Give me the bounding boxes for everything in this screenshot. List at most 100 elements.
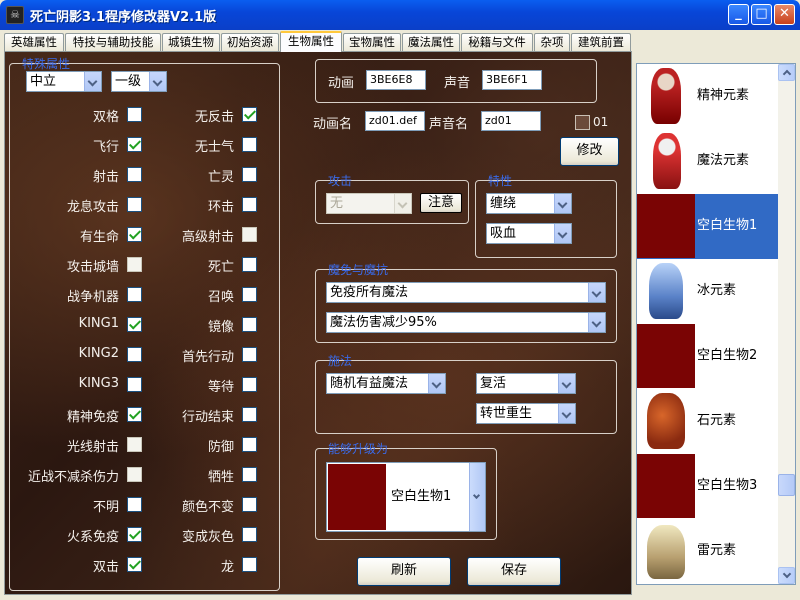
attribute-checkbox-right[interactable] xyxy=(242,227,257,242)
trait-select-1[interactable]: 缠绕 xyxy=(486,193,572,214)
list-item[interactable]: 空白生物3 xyxy=(637,454,778,519)
list-item[interactable]: 魔法元素 xyxy=(637,129,778,194)
list-item[interactable]: 冰元素 xyxy=(637,259,778,324)
chevron-down-icon[interactable] xyxy=(588,283,605,302)
attribute-checkbox-left[interactable] xyxy=(127,107,142,122)
note-button[interactable]: 注意 xyxy=(420,193,462,213)
tab-misc[interactable]: 杂项 xyxy=(534,33,570,51)
tab-skills[interactable]: 特技与辅助技能 xyxy=(65,33,161,51)
tab-magic-attributes[interactable]: 魔法属性 xyxy=(402,33,460,51)
minimize-button[interactable]: _ xyxy=(728,4,749,25)
tab-town-creatures[interactable]: 城镇生物 xyxy=(162,33,220,51)
spell-select-1[interactable]: 随机有益魔法 xyxy=(326,373,446,394)
attribute-label-left: 射击 xyxy=(92,170,119,185)
chevron-down-icon[interactable] xyxy=(558,374,575,393)
attribute-checkbox-left[interactable] xyxy=(127,407,142,422)
attribute-checkbox-right[interactable] xyxy=(242,407,257,422)
creature-list[interactable]: 精神元素 魔法元素 空白生物1 冰元素 空白生物2 石元素 空白生物3 雷元素 xyxy=(636,63,796,585)
attribute-checkbox-right[interactable] xyxy=(242,197,257,212)
sound-address-input[interactable]: 3BE6F1 xyxy=(482,70,542,90)
list-item[interactable]: 雷元素 xyxy=(637,519,778,584)
attribute-checkbox-left[interactable] xyxy=(127,527,142,542)
attribute-checkbox-left[interactable] xyxy=(127,347,142,362)
scroll-thumb[interactable] xyxy=(778,474,795,496)
magic-resistance-select[interactable]: 魔法伤害减少95% xyxy=(326,312,606,333)
scroll-down-icon[interactable] xyxy=(778,567,795,584)
tab-cheats-files[interactable]: 秘籍与文件 xyxy=(461,33,533,51)
attribute-checkbox-left[interactable] xyxy=(127,197,142,212)
list-item[interactable]: 空白生物2 xyxy=(637,324,778,389)
attribute-checkbox-right[interactable] xyxy=(242,527,257,542)
chevron-down-icon[interactable] xyxy=(149,72,166,91)
attribute-checkbox-right[interactable] xyxy=(242,377,257,392)
attribute-checkbox-right[interactable] xyxy=(242,107,257,122)
magic-elemental-icon xyxy=(653,133,681,189)
spell-select-2[interactable]: 复活 xyxy=(476,373,576,394)
tab-hero-attributes[interactable]: 英雄属性 xyxy=(4,33,64,51)
attribute-checkbox-right[interactable] xyxy=(242,257,257,272)
attribute-checkbox-left[interactable] xyxy=(127,317,142,332)
storm-elemental-icon xyxy=(647,525,685,579)
creature-list-scrollbar[interactable] xyxy=(778,64,795,584)
blank-creature-icon xyxy=(637,324,695,388)
attribute-checkbox-left[interactable] xyxy=(127,467,142,482)
attribute-checkbox-right[interactable] xyxy=(242,317,257,332)
attribute-checkbox-right[interactable] xyxy=(242,497,257,512)
attribute-checkbox-left[interactable] xyxy=(127,377,142,392)
trait-value-2: 吸血 xyxy=(490,226,517,241)
ice-elemental-icon xyxy=(637,259,695,323)
attribute-checkbox-right[interactable] xyxy=(242,167,257,182)
trait-select-2[interactable]: 吸血 xyxy=(486,223,572,244)
tab-creature-attributes[interactable]: 生物属性 xyxy=(280,31,342,52)
option-01-checkbox[interactable] xyxy=(575,115,590,130)
chevron-down-icon[interactable] xyxy=(84,72,101,91)
blank-creature-icon xyxy=(328,464,386,530)
attribute-checkbox-left[interactable] xyxy=(127,287,142,302)
tab-building-prereq[interactable]: 建筑前置 xyxy=(571,33,631,51)
alignment-select[interactable]: 中立 xyxy=(26,71,102,92)
refresh-button[interactable]: 刷新 xyxy=(357,557,451,586)
storm-elemental-icon xyxy=(637,519,695,583)
attribute-checkbox-right[interactable] xyxy=(242,347,257,362)
blank-creature-icon xyxy=(637,454,695,518)
animation-address-input[interactable]: 3BE6E8 xyxy=(366,70,426,90)
attribute-checkbox-right[interactable] xyxy=(242,557,257,572)
attribute-checkbox-left[interactable] xyxy=(127,137,142,152)
attribute-checkbox-right[interactable] xyxy=(242,287,257,302)
spell-select-3[interactable]: 转世重生 xyxy=(476,403,576,424)
maximize-button[interactable]: □ xyxy=(751,4,772,25)
attribute-label-right: 龙 xyxy=(220,560,234,575)
attribute-checkbox-left[interactable] xyxy=(127,257,142,272)
magic-immunity-select[interactable]: 免疫所有魔法 xyxy=(326,282,606,303)
attribute-checkbox-right[interactable] xyxy=(242,437,257,452)
tab-artifact-attributes[interactable]: 宝物属性 xyxy=(343,33,401,51)
chevron-down-icon[interactable] xyxy=(469,463,485,531)
attribute-checkbox-left[interactable] xyxy=(127,167,142,182)
chevron-down-icon[interactable] xyxy=(394,194,411,213)
attribute-checkbox-right[interactable] xyxy=(242,467,257,482)
chevron-down-icon[interactable] xyxy=(554,194,571,213)
tab-initial-resources[interactable]: 初始资源 xyxy=(221,33,279,51)
attribute-checkbox-left[interactable] xyxy=(127,557,142,572)
list-item[interactable]: 空白生物1 xyxy=(637,194,778,259)
level-select[interactable]: 一级 xyxy=(111,71,167,92)
upgrade-select[interactable]: 空白生物1 xyxy=(326,462,486,532)
modify-button[interactable]: 修改 xyxy=(560,137,619,166)
sound-name-input[interactable]: zd01 xyxy=(481,111,541,131)
chevron-down-icon[interactable] xyxy=(554,224,571,243)
close-button[interactable]: ✕ xyxy=(774,4,795,25)
chevron-down-icon[interactable] xyxy=(558,404,575,423)
attribute-checkbox-left[interactable] xyxy=(127,227,142,242)
scroll-up-icon[interactable] xyxy=(778,64,795,81)
chevron-down-icon[interactable] xyxy=(588,313,605,332)
magic-resistance-group: 魔免与魔抗 免疫所有魔法 魔法伤害减少95% xyxy=(315,263,617,343)
save-button[interactable]: 保存 xyxy=(467,557,561,586)
list-item[interactable]: 石元素 xyxy=(637,389,778,454)
attribute-checkbox-right[interactable] xyxy=(242,137,257,152)
attack-select[interactable]: 无 xyxy=(326,193,412,214)
chevron-down-icon[interactable] xyxy=(428,374,445,393)
attribute-checkbox-left[interactable] xyxy=(127,437,142,452)
attribute-checkbox-left[interactable] xyxy=(127,497,142,512)
animation-name-input[interactable]: zd01.def xyxy=(365,111,425,131)
list-item[interactable]: 精神元素 xyxy=(637,64,778,129)
